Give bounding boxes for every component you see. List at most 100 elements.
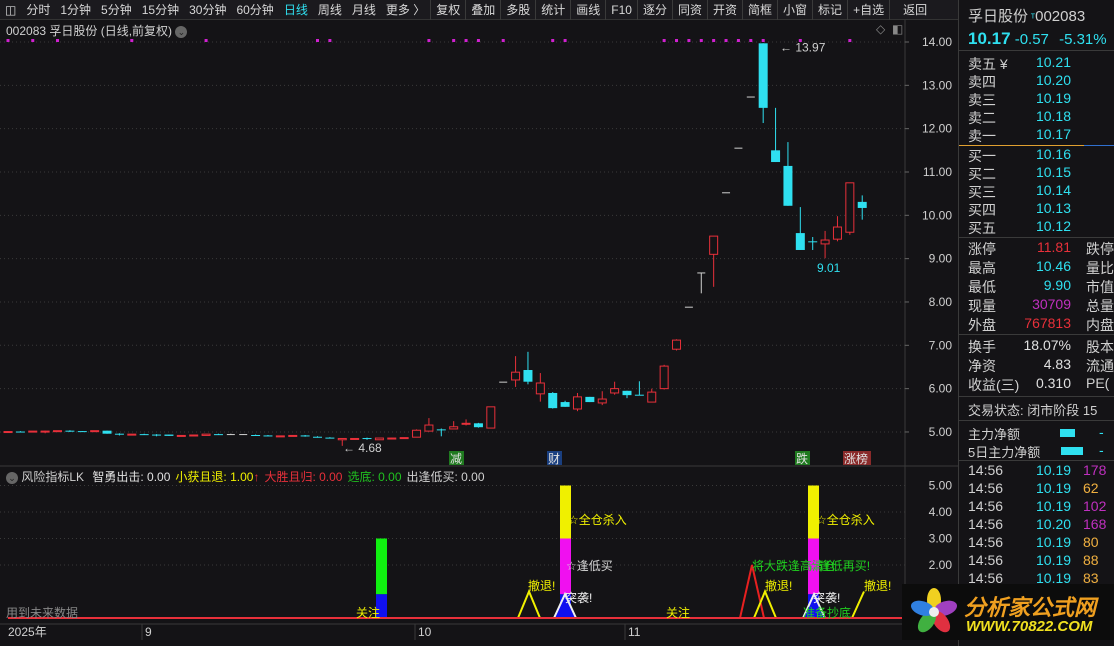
price-axis-label: 10.00 [922,208,952,222]
period-tab-6[interactable]: 日线 [279,0,313,20]
candle-down [15,431,25,433]
price-axis-label: 13.00 [922,78,952,92]
stat-row: 现量 30709 总量 [959,296,1114,314]
candle-up [572,396,582,410]
signal-dot [464,39,468,42]
candle-down [114,433,124,435]
ask-row: 卖五 ¥ 10.21 [959,54,1114,72]
signal-dot [31,39,35,42]
candle-up [288,434,298,437]
period-tab-3[interactable]: 15分钟 [137,0,184,20]
quote-panel: 孚日股份 ᵀ002083 10.17 -0.57 -5.31% 卖五 ¥10.21 卖… [958,0,1114,646]
toolbar-button-11[interactable]: 标记 [812,0,847,20]
period-tab-2[interactable]: 5分钟 [96,0,137,20]
ask-row-value: 10.20 [1035,72,1071,88]
indicator-field-1: 小获且退: 1.00 [175,470,254,484]
stat-row-value: 767813 [1024,315,1071,331]
candle-up [28,430,38,433]
candle-down [251,435,261,437]
period-tab-4[interactable]: 30分钟 [184,0,231,20]
tick-price: 10.19 [1036,552,1072,568]
xaxis-label: 11 [628,625,641,639]
low2-label: ← 4.68 [343,441,382,455]
candle-up [127,433,137,436]
candle-down [634,394,644,396]
event-marker[interactable]: 跌 [796,451,808,466]
toolbar-button-8[interactable]: 开资 [707,0,742,20]
tick-time: 14:56 [968,534,1004,550]
period-tab-1[interactable]: 1分钟 [55,0,96,20]
candle-up [399,437,409,440]
collapse-icon[interactable]: ⌄ [6,472,18,484]
period-tab-7[interactable]: 周线 [313,0,347,20]
flow-bar [1061,447,1083,455]
toolbar-button-1[interactable]: 叠加 [465,0,500,20]
indicator-axis-label: 2.00 [929,558,953,572]
divider [959,420,1114,421]
tick-row: 14:56 10.19 102 [959,498,1114,516]
stat-row: 最高 10.46 量比 [959,258,1114,276]
signal-dot [749,39,753,42]
candle-up [53,430,63,433]
flower-logo-icon [910,588,958,633]
signal-dot [452,39,456,42]
signal-label-retreat: 撤退! [765,578,792,593]
ask-row-value: 10.19 [1035,90,1071,106]
indicator-field-2: ↑ [253,470,260,484]
toolbar: ◫ 分时 1分钟 5分钟 15分钟 30分钟 60分钟 日线 周线 月线 更多 〉 复权 叠加 多股统… [0,0,958,20]
toolbar-button-12[interactable]: +自选 [847,0,889,20]
price-axis-label: 9.00 [929,252,953,266]
ask-row-value: 10.21 [1035,54,1071,70]
toolbar-button-3[interactable]: 统计 [535,0,570,20]
period-tab-5[interactable]: 60分钟 [231,0,278,20]
toolbar-button-0[interactable]: 复权 [430,0,465,20]
candle-up [40,430,50,433]
event-marker[interactable]: 财 [548,452,560,466]
period-tab-8[interactable]: 月线 [347,0,381,20]
signal-bar [376,538,387,595]
period-tab-0[interactable]: 分时 [21,0,55,20]
signal-label-watch: 关注 [666,605,690,620]
ask-row-value: 10.18 [1035,108,1071,124]
toolbar-button-6[interactable]: 逐分 [636,0,672,20]
price-axis-label: 6.00 [929,382,953,396]
toolbar-button-7[interactable]: 同资 [671,0,707,20]
bid-row: 买五 10.12 [959,218,1114,236]
stat-row-label2: 内盘 [1086,317,1114,333]
candle-down [585,396,595,403]
future-data-note: 用到未来数据 [6,605,78,620]
stat2-row-value: 4.83 [1043,356,1071,372]
tick-price: 10.20 [1036,516,1072,532]
signal-dot [563,39,567,42]
event-marker[interactable]: 减 [450,452,462,466]
kline-chart[interactable]: 14.00 13.00 12.00 11.00 10.00 9.00 8.00 7.00 6.0… [0,20,958,646]
panel-toggle-icon[interactable]: ◫ [0,0,21,20]
signal-dot [687,39,691,42]
candle-up [659,365,669,390]
stat2-row-label: 净资 [968,358,996,374]
signal-bar [560,485,571,539]
stock-name: 孚日股份 [968,8,1029,25]
divider [959,237,1114,238]
toolbar-button-4[interactable]: 画线 [570,0,605,20]
indicator-field-5: 出逢低买: 0.00 [406,470,485,484]
period-tab-9[interactable]: 更多 〉 [381,0,430,20]
candle-down [300,435,310,437]
event-marker[interactable]: 涨榜 [844,451,868,466]
toolbar-button-5[interactable]: F10 [605,0,637,20]
ask-row-label: 卖五 ¥ [968,56,1008,72]
tick-volume: 178 [1083,462,1107,478]
toolbar-button-9[interactable]: 简框 [742,0,777,20]
ask-row: 卖三 10.19 [959,90,1114,108]
tick-time: 14:56 [968,552,1004,568]
toolbar-button-10[interactable]: 小窗 [777,0,812,20]
stat2-row: 收益(三) 0.310 PE( [959,375,1114,393]
toolbar-button-13[interactable]: 返回 [889,0,940,20]
stat2-row-value: 18.07% [1023,337,1071,353]
bid-row: 买三 10.14 [959,182,1114,200]
candle-down [139,434,149,436]
candle-down [102,430,112,434]
signal-dot [724,39,728,42]
bid-row-label: 买四 [968,202,996,218]
toolbar-button-2[interactable]: 多股 [500,0,535,20]
